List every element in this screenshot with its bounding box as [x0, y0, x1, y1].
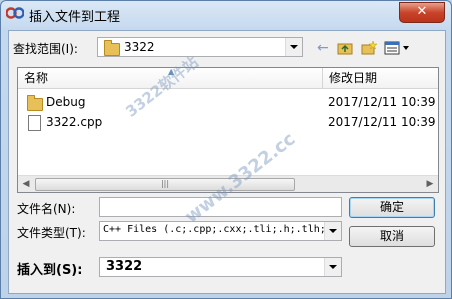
view-menu-icon[interactable] — [384, 41, 412, 58]
cpp-file-icon — [28, 115, 41, 131]
insert-into-label: 插入到(S): — [17, 263, 83, 278]
window-title: 插入文件到工程 — [29, 10, 121, 25]
item-modified: 2017/12/11 10:39 — [328, 95, 436, 109]
insert-file-dialog: 插入文件到工程 ✕ 查找范围(I): 3322 ← 名称 ▲ 修改日期 Debu… — [0, 0, 452, 299]
filename-label: 文件名(N): — [17, 202, 76, 216]
up-folder-icon[interactable] — [337, 41, 353, 58]
scroll-left-icon[interactable]: ◀ — [18, 176, 34, 192]
app-logo-icon — [6, 7, 24, 19]
list-header: 名称 ▲ 修改日期 — [18, 67, 438, 89]
scroll-right-icon[interactable]: ▶ — [422, 176, 438, 192]
ok-button[interactable]: 确定 — [349, 197, 435, 218]
filetype-dropdown[interactable]: C++ Files (.c;.cpp;.cxx;.tli;.h;.tlh; — [99, 221, 342, 241]
filetype-label: 文件类型(T): — [17, 226, 86, 240]
look-in-dropdown[interactable]: 3322 — [97, 37, 303, 57]
folder-icon — [27, 95, 43, 111]
item-modified: 2017/12/11 10:39 — [328, 115, 436, 129]
insert-into-dropdown[interactable]: 3322 — [99, 257, 342, 277]
chevron-down-icon[interactable] — [324, 258, 341, 276]
title-bar[interactable]: 插入文件到工程 ✕ — [1, 1, 451, 29]
scroll-thumb[interactable]: ||| — [35, 178, 295, 191]
chevron-down-icon[interactable] — [324, 222, 341, 240]
list-item[interactable]: 3322.cpp 2017/12/11 10:39 — [18, 112, 438, 132]
look-in-value: 3322 — [124, 40, 155, 54]
item-name: Debug — [46, 95, 86, 109]
column-modified[interactable]: 修改日期 — [323, 68, 438, 88]
list-item[interactable]: Debug 2017/12/11 10:39 — [18, 92, 438, 112]
close-button[interactable]: ✕ — [399, 2, 445, 23]
cancel-button[interactable]: 取消 — [349, 226, 435, 247]
back-arrow-icon[interactable]: ← — [317, 41, 329, 55]
new-folder-icon[interactable] — [361, 40, 378, 58]
look-in-label: 查找范围(I): — [13, 42, 78, 56]
folder-icon — [104, 40, 120, 56]
item-name: 3322.cpp — [46, 115, 103, 129]
chevron-down-icon[interactable] — [285, 38, 302, 56]
insert-into-value: 3322 — [106, 259, 143, 274]
dialog-body: 查找范围(I): 3322 ← 名称 ▲ 修改日期 Debug 2017/12/… — [8, 30, 446, 294]
filetype-value: C++ Files (.c;.cpp;.cxx;.tli;.h;.tlh; — [103, 224, 325, 235]
